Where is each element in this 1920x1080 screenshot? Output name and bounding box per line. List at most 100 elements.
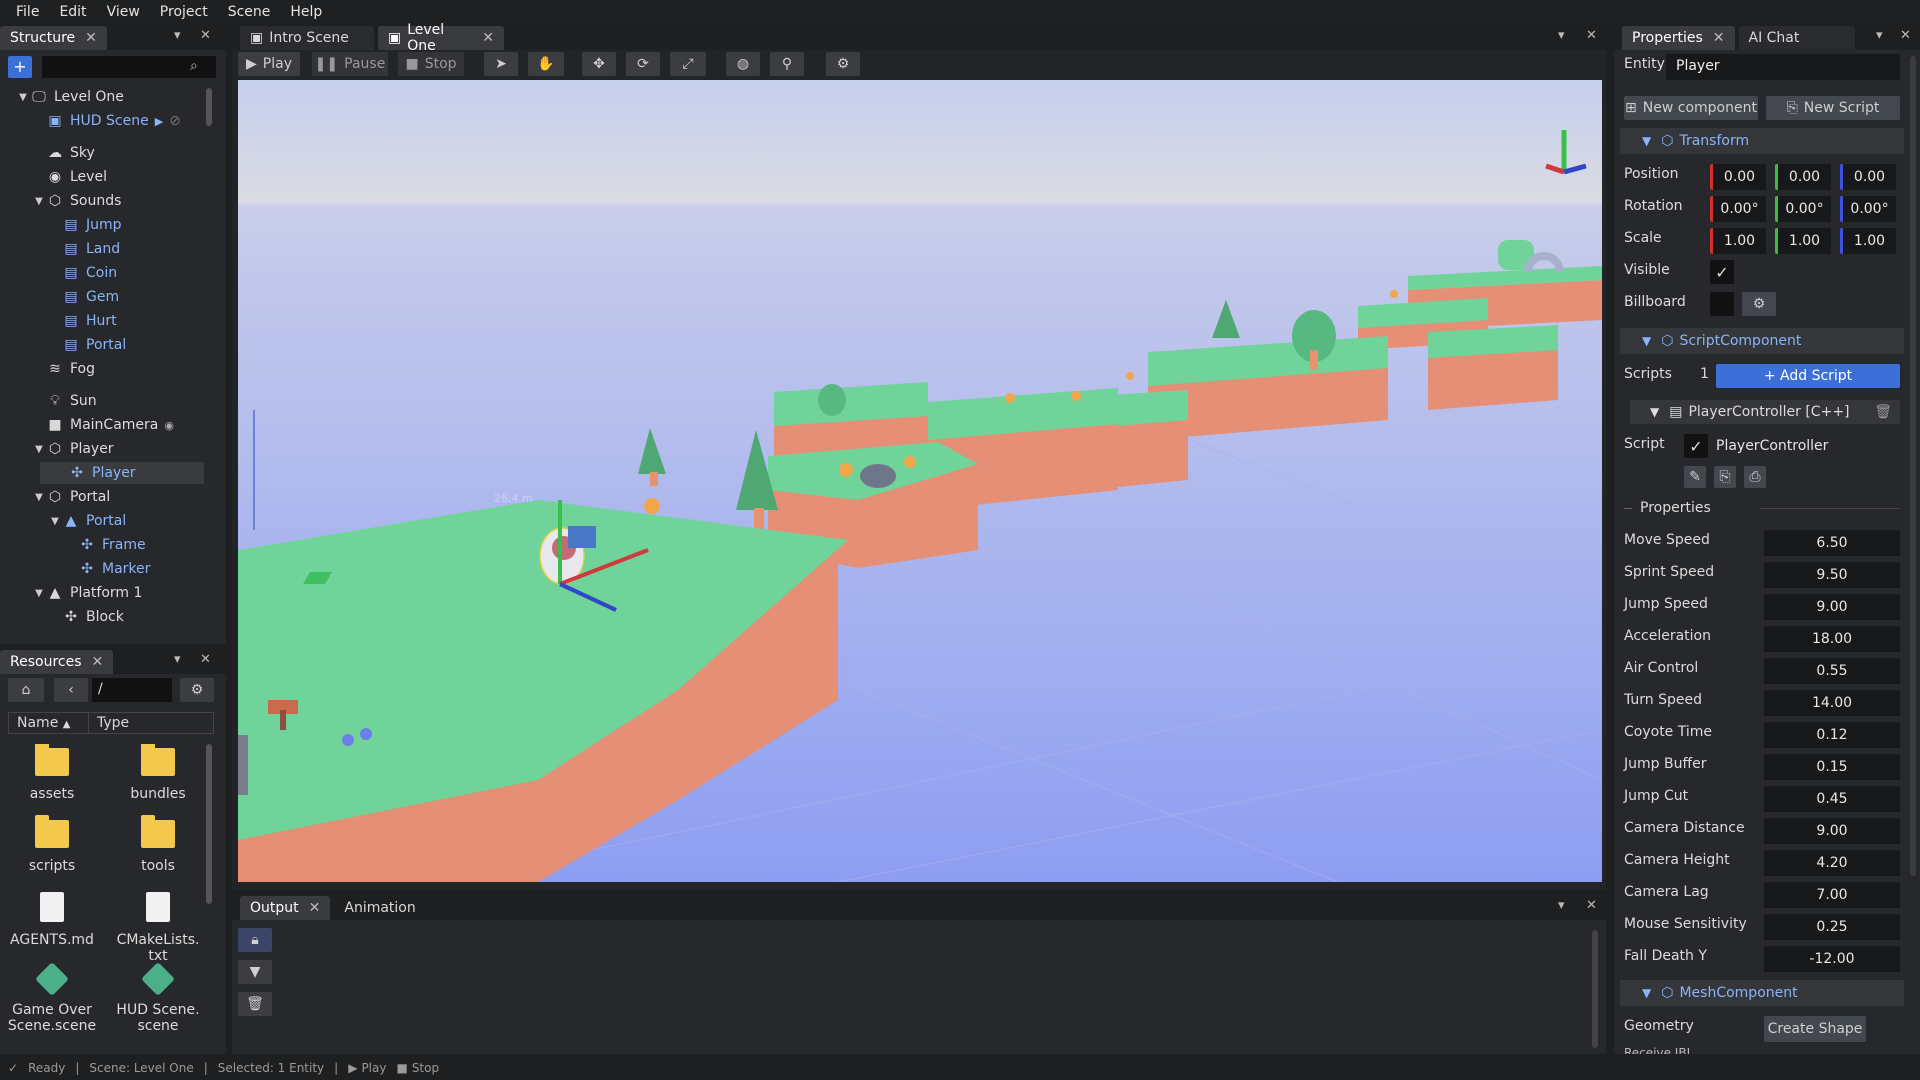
eye-icon[interactable]: ◉ [164, 419, 174, 432]
resources-scrollbar[interactable] [206, 744, 212, 904]
property-value-input[interactable]: 18.00 [1764, 626, 1900, 652]
expander-icon[interactable]: ▼ [32, 492, 46, 503]
rotate-tool-button[interactable]: ⟳ [626, 52, 660, 76]
menu-help[interactable]: Help [280, 4, 332, 20]
tree-item[interactable]: ☁ Sky [0, 142, 95, 164]
close-icon[interactable]: ✕ [85, 30, 97, 46]
rotation-z-input[interactable]: 0.00° [1840, 196, 1896, 222]
tab-properties[interactable]: Properties ✕ [1622, 26, 1735, 50]
tree-item[interactable]: ▼ 🖵︎ Level One [0, 86, 124, 108]
scale-tool-button[interactable]: ⤢ [670, 52, 706, 76]
panel-menu-icon[interactable]: ▾ [1876, 28, 1883, 43]
tree-item[interactable]: ▼ ▲ Platform 1 [0, 582, 142, 604]
hand-tool-button[interactable]: ✋ [528, 52, 564, 76]
expander-icon[interactable]: ▼ [48, 516, 62, 527]
property-value-input[interactable]: -12.00 [1764, 946, 1900, 972]
tree-item[interactable]: 💡︎ Sun [0, 390, 97, 412]
close-icon[interactable]: ✕ [482, 30, 494, 46]
new-component-button[interactable]: ⊞ New component [1624, 96, 1758, 120]
tree-item[interactable]: ▤ Hurt [0, 310, 116, 332]
tree-item[interactable]: ✣ Block [0, 606, 124, 628]
property-value-input[interactable]: 7.00 [1764, 882, 1900, 908]
scale-z-input[interactable]: 1.00 [1840, 228, 1896, 254]
viewport-canvas[interactable] [238, 80, 1602, 882]
resource-item[interactable]: tools [110, 815, 206, 874]
play-button[interactable]: ▶ Play [238, 52, 300, 76]
tree-item[interactable]: ✣ Player [40, 462, 204, 484]
resource-item[interactable]: assets [4, 744, 100, 802]
rotation-y-input[interactable]: 0.00° [1775, 196, 1831, 222]
tab-level-one[interactable]: ▣ Level One ✕ [378, 22, 504, 54]
resource-item[interactable]: Game Over Scene.scene [4, 962, 100, 1034]
property-value-input[interactable]: 6.50 [1764, 530, 1900, 556]
new-script-button[interactable]: ⎘ New Script [1766, 96, 1900, 120]
home-button[interactable]: ⌂ [8, 678, 44, 702]
viewport-settings-button[interactable]: ⚙ [826, 52, 860, 76]
tab-output[interactable]: Output ✕ [240, 896, 331, 920]
close-icon[interactable]: ✕ [309, 900, 321, 916]
section-transform[interactable]: ▼ ⬡ Transform [1620, 128, 1904, 154]
section-script-component[interactable]: ▼ ⬡ ScriptComponent [1620, 328, 1904, 354]
tree-item[interactable]: ▼ ⬡ Player [0, 438, 113, 460]
move-tool-button[interactable]: ✥ [582, 52, 616, 76]
expander-icon[interactable]: ▼ [32, 588, 46, 599]
property-value-input[interactable]: 0.15 [1764, 754, 1900, 780]
tree-item[interactable]: ▤ Gem [0, 286, 119, 308]
stop-button[interactable]: ■ Stop [398, 52, 464, 76]
property-value-input[interactable]: 0.25 [1764, 914, 1900, 940]
property-value-input[interactable]: 0.12 [1764, 722, 1900, 748]
position-x-input[interactable]: 0.00 [1710, 164, 1766, 190]
panel-close-icon[interactable]: ✕ [1586, 28, 1597, 43]
property-value-input[interactable]: 9.00 [1764, 818, 1900, 844]
column-name[interactable]: Name ▲ [9, 713, 89, 733]
menu-file[interactable]: File [6, 4, 49, 20]
tree-item[interactable]: ✣ Marker [0, 558, 150, 580]
create-shape-button[interactable]: Create Shape [1764, 1016, 1866, 1042]
filter-output-button[interactable]: ▼ [238, 960, 272, 984]
tree-item[interactable]: ▼ ⬡ Portal [0, 486, 110, 508]
billboard-checkbox[interactable] [1710, 292, 1734, 316]
tree-scrollbar[interactable] [206, 88, 212, 126]
play-icon[interactable]: ▶ [155, 115, 163, 128]
scale-x-input[interactable]: 1.00 [1710, 228, 1766, 254]
menu-edit[interactable]: Edit [49, 4, 96, 20]
resource-item[interactable]: HUD Scene. scene [110, 962, 206, 1034]
status-play[interactable]: Play [361, 1061, 386, 1075]
expander-icon[interactable]: ▼ [32, 444, 46, 455]
tab-animation[interactable]: Animation [334, 896, 425, 920]
tab-resources[interactable]: Resources ✕ [0, 650, 114, 674]
script-enabled-checkbox[interactable]: ✓ [1684, 434, 1708, 458]
entity-name-input[interactable]: Player [1666, 54, 1900, 80]
select-tool-button[interactable]: ➤ [484, 52, 518, 76]
world-space-button[interactable]: ◍ [726, 52, 760, 76]
close-icon[interactable]: ✕ [92, 654, 104, 670]
tree-item[interactable]: ■ MainCamera ◉ [0, 414, 174, 436]
add-script-button[interactable]: + Add Script [1716, 364, 1900, 388]
resource-item[interactable]: scripts [4, 815, 100, 874]
property-value-input[interactable]: 9.00 [1764, 594, 1900, 620]
hidden-eye-icon[interactable]: ⊘ [169, 113, 181, 129]
tree-item[interactable]: ✣ Frame [0, 534, 146, 556]
properties-scrollbar[interactable] [1910, 56, 1916, 876]
path-field[interactable]: / [92, 678, 172, 702]
menu-view[interactable]: View [97, 4, 150, 20]
panel-close-icon[interactable]: ✕ [1586, 898, 1597, 913]
menu-project[interactable]: Project [150, 4, 218, 20]
paste-script-button[interactable]: ⎙ [1744, 466, 1766, 488]
edit-script-button[interactable]: ✎ [1684, 466, 1706, 488]
tree-item[interactable]: ≋ Fog [0, 358, 95, 380]
billboard-settings-button[interactable]: ⚙ [1742, 292, 1776, 316]
tree-item[interactable]: ▤ Coin [0, 262, 117, 284]
tree-item[interactable]: ◉ Level [0, 166, 107, 188]
add-entity-button[interactable]: + [8, 56, 32, 78]
expander-icon[interactable]: ▼ [16, 92, 30, 103]
tab-structure[interactable]: Structure ✕ [0, 26, 107, 50]
back-button[interactable]: ‹ [54, 678, 88, 702]
tree-item[interactable]: ▤ Jump [0, 214, 121, 236]
property-value-input[interactable]: 4.20 [1764, 850, 1900, 876]
visible-checkbox[interactable]: ✓ [1710, 260, 1734, 284]
close-icon[interactable]: ✕ [1713, 30, 1725, 46]
section-mesh-component[interactable]: ▼ ⬡ MeshComponent [1620, 980, 1904, 1006]
status-stop[interactable]: Stop [412, 1061, 439, 1075]
tree-item[interactable]: ▤ Portal [0, 334, 126, 356]
